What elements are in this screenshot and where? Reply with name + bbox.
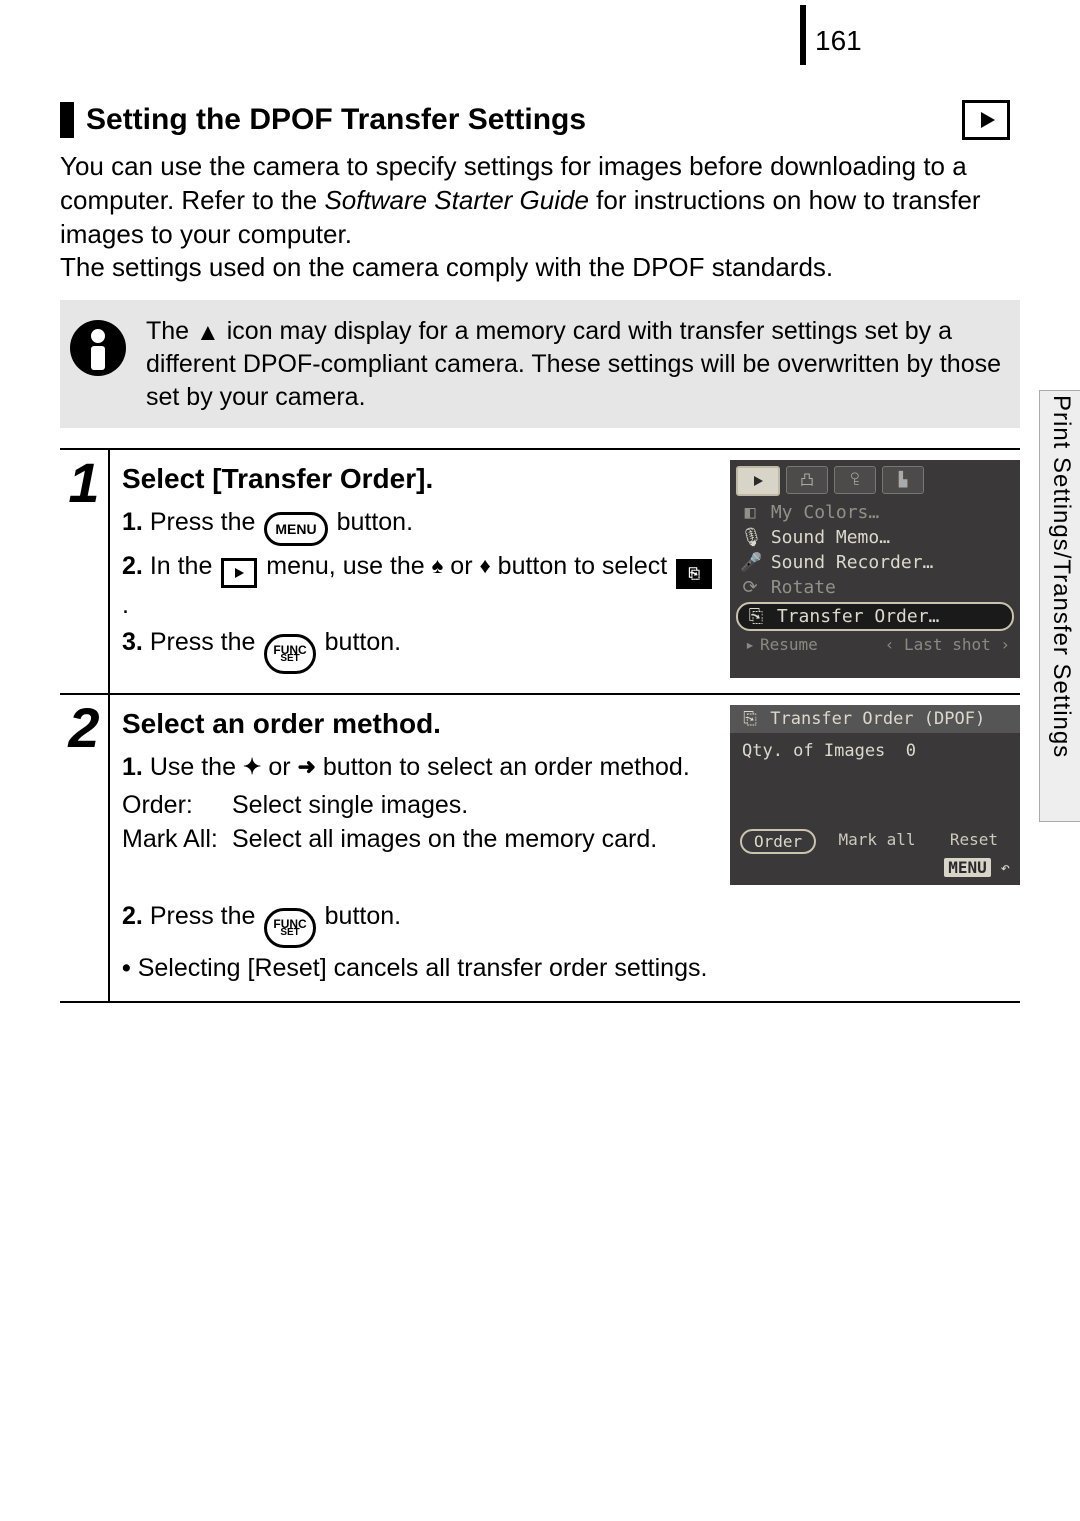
lcd-tab-setup: ꄗ bbox=[834, 466, 876, 494]
s2i2a: Press the bbox=[150, 902, 263, 930]
down-arrow-icon: ♦ bbox=[479, 553, 490, 578]
step-1-sub-3: 3. Press the FUNC SET button. bbox=[122, 626, 715, 674]
func-set-button-icon: FUNC SET bbox=[264, 634, 315, 674]
lcd-item-rotate: ⟳ Rotate bbox=[730, 575, 1020, 600]
page-number: 161 bbox=[815, 25, 862, 57]
right-arrow-icon: ➜ bbox=[298, 754, 316, 779]
step-2-number: 2 bbox=[68, 700, 99, 1001]
lcd2-markall-button: Mark all bbox=[826, 829, 927, 854]
def-markall-term: Mark All: bbox=[122, 823, 232, 857]
s2i1a: Use the bbox=[150, 753, 243, 781]
playback-mode-icon bbox=[962, 100, 1010, 140]
def-order-desc: Select single images. bbox=[232, 789, 715, 823]
lcd-footer: ▸Resume ‹ Last shot › bbox=[730, 633, 1020, 656]
s1i2c: or bbox=[450, 552, 479, 580]
lcd-screenshot-1: 凸 ꄗ ▙ ◧ My Colors… 🎙 Sound Memo… 🎤 Sound… bbox=[730, 460, 1020, 678]
lcd2-qty-label: Qty. of Images bbox=[742, 741, 885, 761]
s1i2d: button to select bbox=[498, 552, 675, 580]
note-box: The ▲ icon may display for a memory card… bbox=[60, 300, 1020, 428]
lcd2-reset-button: Reset bbox=[938, 829, 1010, 854]
lcd2-title: ⎘ Transfer Order (DPOF) bbox=[730, 705, 1020, 733]
lcd-tab-print: 凸 bbox=[786, 466, 828, 494]
lcd-tab-mycam: ▙ bbox=[882, 466, 924, 494]
sub-num-3: 3. bbox=[122, 628, 143, 656]
step-1-sub-1: 1. Press the MENU button. bbox=[122, 506, 715, 546]
up-arrow-icon: ♠ bbox=[432, 553, 444, 578]
intro-line3: The settings used on the camera comply w… bbox=[60, 252, 833, 282]
def-order: Order: Select single images. bbox=[122, 789, 715, 823]
lcd2-qty-value: 0 bbox=[906, 741, 916, 761]
note-text: The ▲ icon may display for a memory card… bbox=[146, 315, 1005, 413]
lcd-item-my-colors: ◧ My Colors… bbox=[730, 500, 1020, 525]
s1i3b: button. bbox=[325, 628, 401, 656]
step-1-num-cell: 1 bbox=[60, 450, 110, 693]
transfer-order-icon: ⎘ bbox=[676, 559, 712, 589]
note-pre: The bbox=[146, 317, 196, 345]
step-1-number: 1 bbox=[68, 455, 99, 693]
left-arrow-icon: ✦ bbox=[243, 754, 261, 779]
step-1-block: 1 Select [Transfer Order]. 1. Press the … bbox=[60, 448, 1020, 693]
def-markall: Mark All: Select all images on the memor… bbox=[122, 823, 715, 857]
lcd2-order-button: Order bbox=[740, 829, 816, 854]
step-2-title: Select an order method. bbox=[122, 705, 715, 743]
step-2-num-cell: 2 bbox=[60, 695, 110, 1001]
play-triangle-icon bbox=[981, 112, 995, 128]
lcd2-button-row: Order Mark all Reset bbox=[730, 825, 1020, 858]
note-post: icon may display for a memory card with … bbox=[146, 317, 1001, 411]
s1i1b: button. bbox=[337, 508, 413, 536]
chapter-tab-label: Print Settings/Transfer Settings bbox=[1047, 395, 1075, 815]
lcd-item-sound-recorder: 🎤 Sound Recorder… bbox=[730, 550, 1020, 575]
intro-italic: Software Starter Guide bbox=[324, 185, 588, 215]
def-order-term: Order: bbox=[122, 789, 232, 823]
s2-num-2: 2. bbox=[122, 902, 143, 930]
page-number-tick bbox=[800, 5, 806, 65]
sub-num-2: 2. bbox=[122, 552, 143, 580]
s1i1a: Press the bbox=[150, 508, 263, 536]
s2-num-1: 1. bbox=[122, 753, 143, 781]
lcd-item-sound-memo: 🎙 Sound Memo… bbox=[730, 525, 1020, 550]
def-markall-desc: Select all images on the memory card. bbox=[232, 823, 715, 857]
section-title: Setting the DPOF Transfer Settings bbox=[86, 103, 962, 137]
step-2-sub-2: 2. Press the FUNC SET button. bbox=[122, 900, 1020, 948]
section-title-row: Setting the DPOF Transfer Settings bbox=[60, 100, 1020, 140]
step-1-sub-2: 2. In the menu, use the ♠ or ♦ button to… bbox=[122, 550, 715, 622]
playback-menu-icon bbox=[221, 558, 257, 588]
menu-button-icon: MENU bbox=[264, 512, 327, 546]
lcd2-menu-hint: MENU ↶ bbox=[730, 858, 1020, 879]
sub-num-1: 1. bbox=[122, 508, 143, 536]
s2i1b: or bbox=[268, 753, 297, 781]
step-2-block: 2 Select an order method. 1. Use the ✦ o… bbox=[60, 693, 1020, 1003]
lcd-item-transfer-order: ⎘ Transfer Order… bbox=[736, 602, 1014, 631]
step-1-title: Select [Transfer Order]. bbox=[122, 460, 715, 498]
s1i2b: menu, use the bbox=[266, 552, 431, 580]
s1i2a: In the bbox=[150, 552, 220, 580]
s1i3a: Press the bbox=[150, 628, 263, 656]
step-2-sub-1: 1. Use the ✦ or ➜ button to select an or… bbox=[122, 751, 715, 785]
func-bot-2: SET bbox=[280, 928, 299, 938]
s2i1c: button to select an order method. bbox=[323, 753, 690, 781]
lcd-screenshot-2: ⎘ Transfer Order (DPOF) Qty. of Images 0… bbox=[730, 705, 1020, 885]
title-bar bbox=[60, 102, 74, 138]
lcd-tab-play bbox=[736, 466, 780, 496]
s2i2b: button. bbox=[325, 902, 401, 930]
info-icon bbox=[70, 320, 126, 376]
lcd2-body: Qty. of Images 0 bbox=[730, 733, 1020, 825]
warning-triangle-icon: ▲ bbox=[196, 317, 220, 348]
func-set-button-icon-2: FUNC SET bbox=[264, 908, 315, 948]
func-bot: SET bbox=[280, 654, 299, 664]
step-2-bullet: Selecting [Reset] cancels all transfer o… bbox=[122, 952, 1020, 986]
s1i2e: . bbox=[122, 591, 129, 619]
intro-text: You can use the camera to specify settin… bbox=[60, 150, 1020, 285]
